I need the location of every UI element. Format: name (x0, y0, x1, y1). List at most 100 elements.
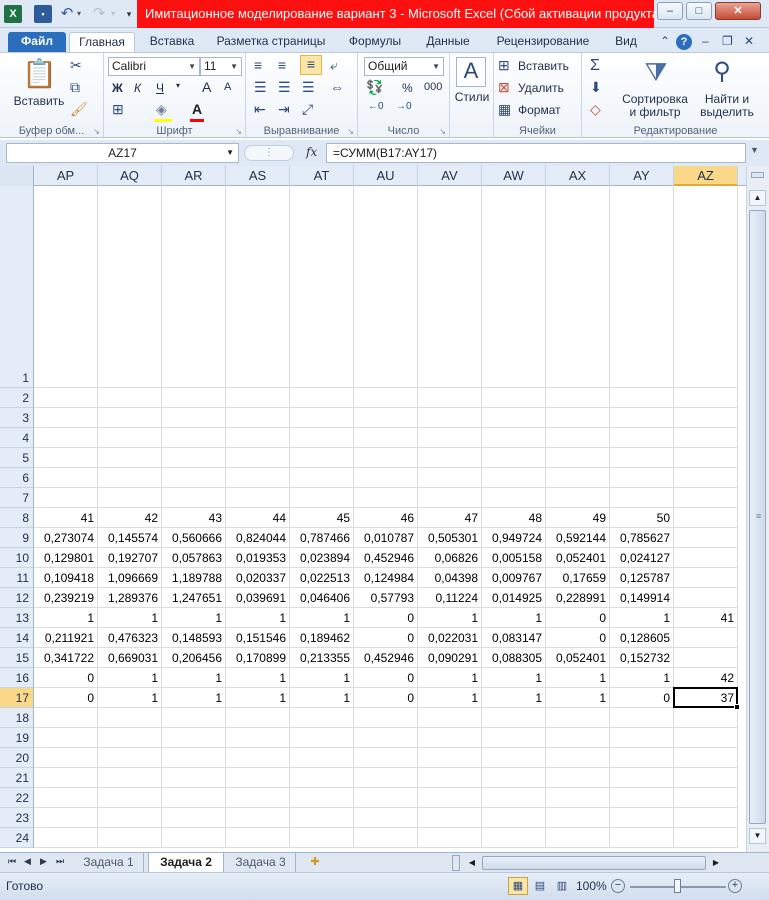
increase-decimal-icon[interactable]: ←0 (368, 101, 384, 112)
cell-AW21[interactable] (482, 768, 546, 788)
tab-home[interactable]: Главная (69, 32, 135, 52)
column-header[interactable]: AS (226, 166, 290, 186)
cell-AQ15[interactable]: 0,669031 (98, 648, 162, 668)
cell-AU8[interactable]: 46 (354, 508, 418, 528)
cell-AT24[interactable] (290, 828, 354, 848)
cell-AQ7[interactable] (98, 488, 162, 508)
scroll-thumb[interactable] (482, 856, 706, 870)
sort-filter-button[interactable]: Сортировка и фильтр (620, 93, 690, 119)
cell-AS8[interactable]: 44 (226, 508, 290, 528)
cell-AX21[interactable] (546, 768, 610, 788)
cell-AS12[interactable]: 0,039691 (226, 588, 290, 608)
cell-AZ6[interactable] (674, 468, 738, 488)
cell-AZ11[interactable] (674, 568, 738, 588)
redo-dropdown-icon[interactable]: ▾ (108, 5, 118, 23)
cell-AR12[interactable]: 1,247651 (162, 588, 226, 608)
percent-button[interactable]: % (402, 81, 413, 95)
cell-AV17[interactable]: 1 (418, 688, 482, 708)
cell-AS19[interactable] (226, 728, 290, 748)
cell-AS18[interactable] (226, 708, 290, 728)
row-header[interactable]: 1 (0, 186, 34, 388)
cell-AZ4[interactable] (674, 428, 738, 448)
cell-AZ21[interactable] (674, 768, 738, 788)
cell-AS22[interactable] (226, 788, 290, 808)
cell-AV8[interactable]: 47 (418, 508, 482, 528)
column-header[interactable]: AV (418, 166, 482, 186)
row-header[interactable]: 23 (0, 808, 34, 828)
cell-AR10[interactable]: 0,057863 (162, 548, 226, 568)
cell-AU14[interactable]: 0 (354, 628, 418, 648)
cell-AS21[interactable] (226, 768, 290, 788)
cell-AP8[interactable]: 41 (34, 508, 98, 528)
cell-AT16[interactable]: 1 (290, 668, 354, 688)
cell-AY24[interactable] (610, 828, 674, 848)
cell-AQ10[interactable]: 0,192707 (98, 548, 162, 568)
normal-view-icon[interactable]: ▦ (508, 877, 528, 895)
delete-cells-button[interactable]: Удалить (518, 81, 564, 95)
cell-AZ18[interactable] (674, 708, 738, 728)
cell-AT6[interactable] (290, 468, 354, 488)
cell-AR3[interactable] (162, 408, 226, 428)
cell-AS1[interactable] (226, 186, 290, 388)
cell-AZ19[interactable] (674, 728, 738, 748)
cell-AP23[interactable] (34, 808, 98, 828)
cell-AQ16[interactable]: 1 (98, 668, 162, 688)
wrap-text-icon[interactable]: ⤶ (330, 57, 338, 74)
cell-AQ21[interactable] (98, 768, 162, 788)
cell-AZ24[interactable] (674, 828, 738, 848)
cell-AU20[interactable] (354, 748, 418, 768)
cell-AV11[interactable]: 0,04398 (418, 568, 482, 588)
format-painter-icon[interactable]: 🖌 (70, 101, 88, 118)
cell-AV10[interactable]: 0,06826 (418, 548, 482, 568)
cell-AY15[interactable]: 0,152732 (610, 648, 674, 668)
orientation-icon[interactable]: ⤢ (302, 101, 313, 118)
column-header[interactable]: AY (610, 166, 674, 186)
cell-AP5[interactable] (34, 448, 98, 468)
cell-AT15[interactable]: 0,213355 (290, 648, 354, 668)
fill-color-icon[interactable]: ◈ (156, 101, 167, 118)
cell-AQ8[interactable]: 42 (98, 508, 162, 528)
row-header[interactable]: 5 (0, 448, 34, 468)
cell-AS24[interactable] (226, 828, 290, 848)
styles-button[interactable]: Стили (450, 91, 494, 104)
dialog-launcher-icon[interactable]: ↘ (347, 127, 354, 136)
cell-AZ8[interactable] (674, 508, 738, 528)
excel-app-icon[interactable]: X (4, 5, 22, 23)
cell-AU6[interactable] (354, 468, 418, 488)
cell-AS20[interactable] (226, 748, 290, 768)
cell-AY20[interactable] (610, 748, 674, 768)
cell-AU1[interactable] (354, 186, 418, 388)
row-header[interactable]: 9 (0, 528, 34, 548)
cell-AP2[interactable] (34, 388, 98, 408)
cell-AR11[interactable]: 1,189788 (162, 568, 226, 588)
cell-AP9[interactable]: 0,273074 (34, 528, 98, 548)
select-all-button[interactable] (0, 166, 34, 186)
cell-AZ14[interactable] (674, 628, 738, 648)
cell-AU11[interactable]: 0,124984 (354, 568, 418, 588)
cell-AX3[interactable] (546, 408, 610, 428)
row-header[interactable]: 3 (0, 408, 34, 428)
dialog-launcher-icon[interactable]: ↘ (439, 127, 446, 136)
cell-AV6[interactable] (418, 468, 482, 488)
row-header[interactable]: 20 (0, 748, 34, 768)
cell-AV3[interactable] (418, 408, 482, 428)
sheet-tab[interactable]: Задача 3 (226, 853, 296, 873)
cell-AR5[interactable] (162, 448, 226, 468)
delete-cells-icon[interactable]: ⊠ (498, 79, 510, 96)
cell-AW12[interactable]: 0,014925 (482, 588, 546, 608)
cell-AX16[interactable]: 1 (546, 668, 610, 688)
cell-AV20[interactable] (418, 748, 482, 768)
cell-AW1[interactable] (482, 186, 546, 388)
cell-AY17[interactable]: 0 (610, 688, 674, 708)
align-right-icon[interactable]: ☰ (302, 79, 315, 96)
cell-AZ12[interactable] (674, 588, 738, 608)
cell-AR18[interactable] (162, 708, 226, 728)
cell-AZ7[interactable] (674, 488, 738, 508)
next-sheet-icon[interactable]: ▶ (40, 856, 47, 867)
cell-AY4[interactable] (610, 428, 674, 448)
cell-AX19[interactable] (546, 728, 610, 748)
cell-AU12[interactable]: 0,57793 (354, 588, 418, 608)
cell-AT12[interactable]: 0,046406 (290, 588, 354, 608)
expand-formula-bar-icon[interactable]: ▼ (750, 145, 759, 155)
cell-AQ5[interactable] (98, 448, 162, 468)
